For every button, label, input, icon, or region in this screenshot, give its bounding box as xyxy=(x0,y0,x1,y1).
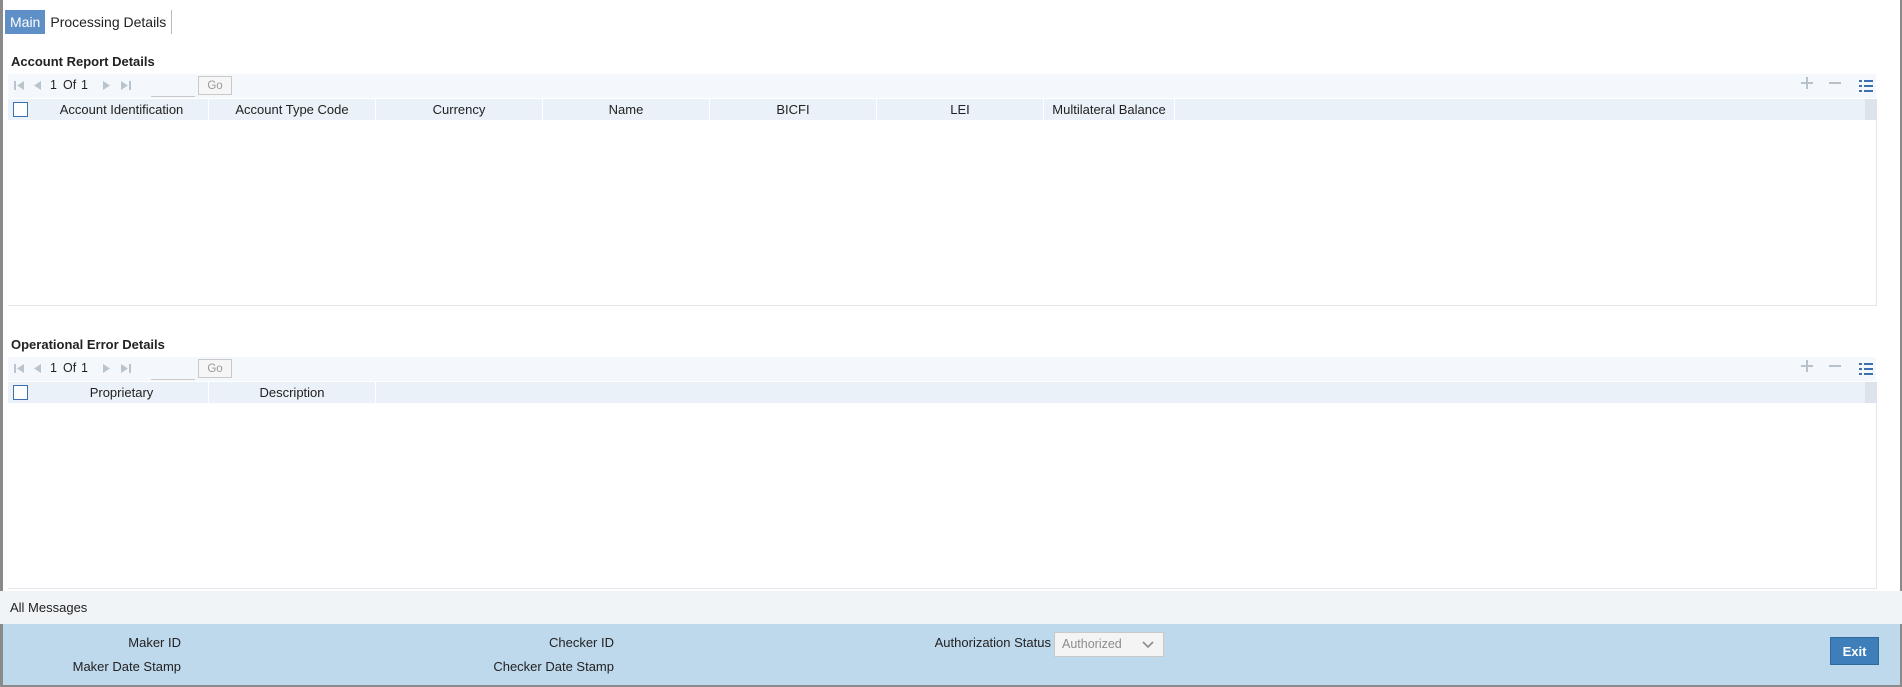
column-header[interactable]: Multilateral Balance xyxy=(1044,99,1175,120)
previous-page-icon[interactable] xyxy=(30,361,44,375)
operational-error-toolbar: 1 Of 1 Go xyxy=(8,357,1876,381)
account-report-header: Account Identification Account Type Code… xyxy=(8,99,1866,120)
remove-row-icon[interactable] xyxy=(1829,359,1841,377)
column-header[interactable]: Account Type Code xyxy=(209,99,376,120)
column-settings-icon[interactable] xyxy=(1859,79,1873,93)
account-report-body xyxy=(8,120,1877,306)
current-page: 1 xyxy=(50,78,57,92)
select-all-checkbox[interactable] xyxy=(13,102,28,117)
last-page-icon[interactable] xyxy=(118,78,132,92)
page-number-input[interactable] xyxy=(151,78,195,97)
maker-date-label: Maker Date Stamp xyxy=(72,659,181,674)
first-page-icon[interactable] xyxy=(12,361,26,375)
of-label: Of xyxy=(63,361,77,375)
authorization-status-value: Authorized xyxy=(1062,637,1122,651)
authorization-status-label: Authorization Status xyxy=(934,635,1051,650)
grid-scrollbar[interactable] xyxy=(1865,99,1877,120)
page-number-input[interactable] xyxy=(151,361,195,380)
grid-scrollbar[interactable] xyxy=(1865,382,1877,403)
go-button[interactable]: Go xyxy=(198,76,232,95)
tab-bar: Main Processing Details xyxy=(5,10,173,34)
column-header[interactable]: Name xyxy=(543,99,710,120)
select-all-checkbox[interactable] xyxy=(13,385,28,400)
checker-id-label: Checker ID xyxy=(548,635,614,650)
last-page-icon[interactable] xyxy=(118,361,132,375)
chevron-down-icon xyxy=(1142,641,1154,649)
column-settings-icon[interactable] xyxy=(1859,362,1873,376)
next-page-icon[interactable] xyxy=(99,361,113,375)
checker-date-label: Checker Date Stamp xyxy=(493,659,614,674)
account-report-title: Account Report Details xyxy=(11,54,155,69)
column-header[interactable]: Proprietary xyxy=(35,382,209,403)
tab-main[interactable]: Main xyxy=(5,10,46,34)
previous-page-icon[interactable] xyxy=(30,78,44,92)
next-page-icon[interactable] xyxy=(99,78,113,92)
all-messages-link[interactable]: All Messages xyxy=(10,600,87,615)
total-pages: 1 xyxy=(81,78,88,92)
column-header[interactable]: BICFI xyxy=(710,99,877,120)
current-page: 1 xyxy=(50,361,57,375)
add-row-icon[interactable] xyxy=(1801,359,1813,377)
audit-footer: Maker ID Maker Date Stamp Checker ID Che… xyxy=(3,624,1900,685)
authorization-status-select[interactable]: Authorized xyxy=(1054,632,1164,657)
go-button[interactable]: Go xyxy=(198,359,232,378)
account-report-toolbar: 1 Of 1 Go xyxy=(8,74,1876,98)
all-messages-bar[interactable]: All Messages xyxy=(0,591,1902,624)
total-pages: 1 xyxy=(81,361,88,375)
column-header[interactable]: Currency xyxy=(376,99,543,120)
maker-id-label: Maker ID xyxy=(128,635,181,650)
tab-processing-details[interactable]: Processing Details xyxy=(45,10,173,34)
remove-row-icon[interactable] xyxy=(1829,76,1841,94)
column-header[interactable]: Account Identification xyxy=(35,99,209,120)
window-frame-left xyxy=(0,0,3,687)
exit-button[interactable]: Exit xyxy=(1830,637,1879,665)
column-header[interactable]: Description xyxy=(209,382,376,403)
of-label: Of xyxy=(63,78,77,92)
column-header[interactable]: LEI xyxy=(877,99,1044,120)
operational-error-title: Operational Error Details xyxy=(11,337,165,352)
operational-error-body xyxy=(8,403,1877,589)
first-page-icon[interactable] xyxy=(12,78,26,92)
operational-error-header: Proprietary Description xyxy=(8,382,1866,403)
add-row-icon[interactable] xyxy=(1801,76,1813,94)
